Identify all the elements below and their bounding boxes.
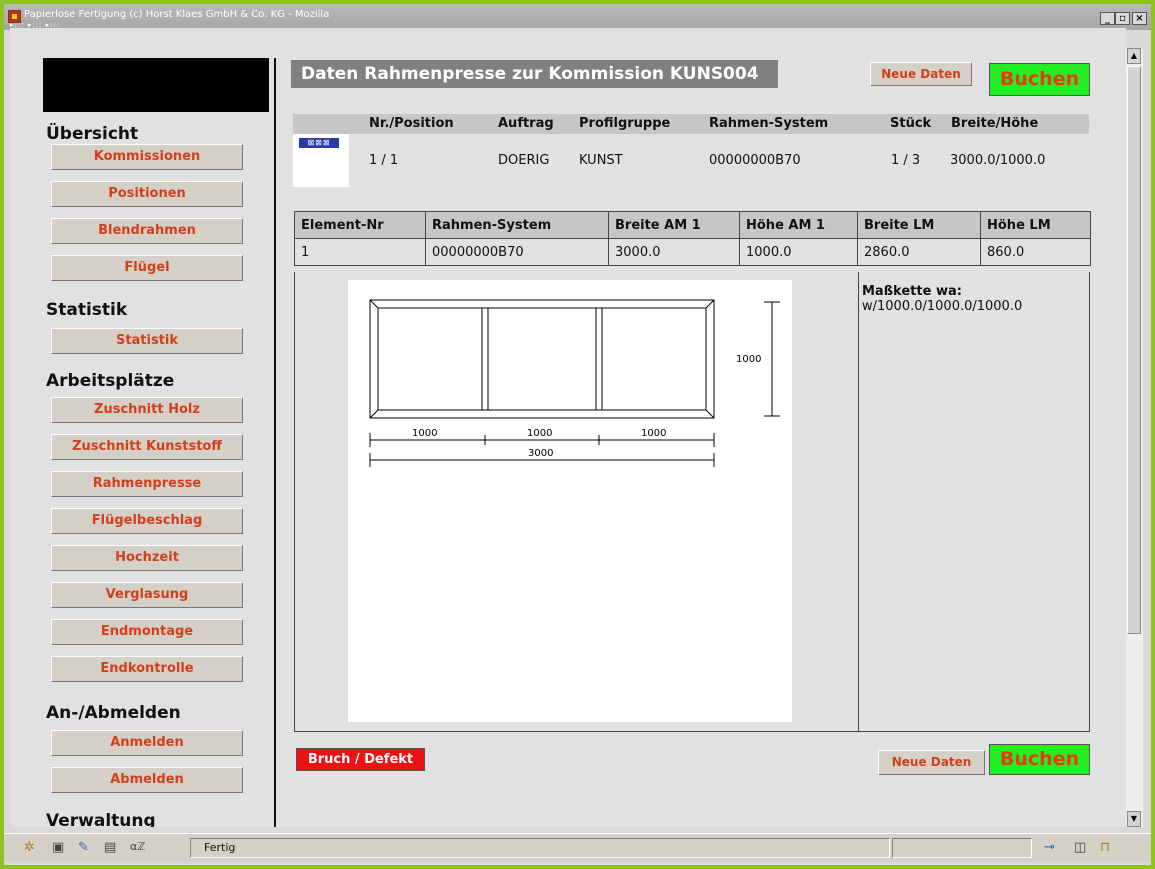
th-hoehe-am1: Höhe AM 1 bbox=[739, 211, 858, 239]
security-icon[interactable]: ◫ bbox=[1074, 840, 1086, 855]
col-stueck: Stück bbox=[890, 116, 932, 131]
window-thumbnail-icon: ⊠⊠⊠ bbox=[299, 138, 339, 148]
online-icon[interactable]: ⊸ bbox=[1044, 840, 1055, 855]
cell-auftrag: DOERIG bbox=[498, 153, 550, 168]
sidebar-heading: Statistik bbox=[46, 300, 128, 320]
page-content: Übersicht Kommissionen Positionen Blendrahm… bbox=[10, 28, 1126, 827]
neue-daten-button-bottom[interactable]: Neue Daten bbox=[878, 750, 985, 775]
td-rahmen-system: 00000000B70 bbox=[425, 238, 609, 266]
bruch-defekt-button[interactable]: Bruch / Defekt bbox=[296, 748, 425, 771]
sidebar-item-zuschnitt-kunststoff[interactable]: Zuschnitt Kunststoff bbox=[51, 434, 243, 460]
width-segment-3: 1000 bbox=[641, 428, 666, 439]
sidebar-item-endkontrolle[interactable]: Endkontrolle bbox=[51, 656, 243, 682]
address-book-icon[interactable]: ▤ bbox=[104, 840, 116, 855]
page-title: Daten Rahmenpresse zur Kommission KUNS00… bbox=[291, 60, 778, 88]
masskette-label: Maßkette wa: bbox=[862, 284, 962, 299]
minimize-button[interactable]: _ bbox=[1100, 12, 1115, 25]
sidebar-item-verglasung[interactable]: Verglasung bbox=[51, 582, 243, 608]
window-title: Papierlose Fertigung (c) Horst Klaes Gmb… bbox=[24, 9, 330, 20]
masskette: Maßkette wa: w/1000.0/1000.0/1000.0 bbox=[862, 284, 1022, 314]
table-row: 1 00000000B70 3000.0 1000.0 2860.0 860.0 bbox=[294, 238, 1091, 266]
sidebar-item-zuschnitt-holz[interactable]: Zuschnitt Holz bbox=[51, 397, 243, 423]
sidebar-heading: Arbeitsplätze bbox=[46, 371, 175, 391]
neue-daten-button-top[interactable]: Neue Daten bbox=[870, 62, 972, 86]
th-hoehe-lm: Höhe LM bbox=[980, 211, 1091, 239]
lock-icon[interactable]: ⊓ bbox=[1100, 840, 1110, 855]
outer-frame bbox=[369, 299, 715, 419]
sidebar-item-kommissionen[interactable]: Kommissionen bbox=[51, 144, 243, 170]
logo bbox=[43, 58, 269, 112]
scrollbar-thumb[interactable] bbox=[1127, 66, 1141, 634]
sidebar-item-positionen[interactable]: Positionen bbox=[51, 181, 243, 207]
vertical-scrollbar[interactable]: ▲ ▼ bbox=[1126, 48, 1143, 827]
buchen-button-top[interactable]: Buchen bbox=[989, 63, 1090, 96]
sidebar-item-abmelden[interactable]: Abmelden bbox=[51, 767, 243, 793]
height-label: 1000 bbox=[736, 354, 761, 365]
col-breite-hoehe: Breite/Höhe bbox=[951, 116, 1039, 131]
sidebar-heading: Verwaltung bbox=[46, 811, 156, 827]
sidebar-item-hochzeit[interactable]: Hochzeit bbox=[51, 545, 243, 571]
cell-profilgruppe: KUNST bbox=[579, 153, 623, 168]
scroll-up-icon[interactable]: ▲ bbox=[1127, 48, 1141, 64]
close-button[interactable]: × bbox=[1132, 12, 1147, 25]
position-header: Nr./Position Auftrag Profilgruppe Rahmen… bbox=[293, 114, 1089, 134]
width-segment-1: 1000 bbox=[412, 428, 437, 439]
cell-nr-position: 1 / 1 bbox=[369, 153, 399, 168]
width-segment-2: 1000 bbox=[527, 428, 552, 439]
td-hoehe-lm: 860.0 bbox=[980, 238, 1091, 266]
scroll-down-icon[interactable]: ▼ bbox=[1127, 811, 1141, 827]
th-element-nr: Element-Nr bbox=[294, 211, 426, 239]
status-bar: ✲ ▣ ✎ ▤ αℤ Fertig ⊸ ◫ ⊓ bbox=[4, 833, 1151, 862]
inner-frame bbox=[377, 307, 707, 411]
navigator-icon[interactable]: ✲ bbox=[24, 840, 35, 855]
th-breite-am1: Breite AM 1 bbox=[608, 211, 740, 239]
td-breite-am1: 3000.0 bbox=[608, 238, 740, 266]
td-hoehe-am1: 1000.0 bbox=[739, 238, 858, 266]
th-breite-lm: Breite LM bbox=[857, 211, 981, 239]
col-auftrag: Auftrag bbox=[498, 116, 554, 131]
status-text: Fertig bbox=[204, 841, 236, 854]
progress-cell bbox=[892, 838, 1032, 858]
sidebar-item-blendrahmen[interactable]: Blendrahmen bbox=[51, 218, 243, 244]
masskette-value: w/1000.0/1000.0/1000.0 bbox=[862, 299, 1023, 314]
col-profilgruppe: Profilgruppe bbox=[579, 116, 671, 131]
restore-button[interactable]: ▫ bbox=[1115, 12, 1130, 25]
total-width-label: 3000 bbox=[528, 448, 553, 459]
title-bar: Papierlose Fertigung (c) Horst Klaes Gmb… bbox=[4, 4, 1151, 30]
th-rahmen-system: Rahmen-System bbox=[425, 211, 609, 239]
td-breite-lm: 2860.0 bbox=[857, 238, 981, 266]
sidebar-heading: An-/Abmelden bbox=[46, 703, 181, 723]
composer-icon[interactable]: ✎ bbox=[78, 840, 89, 855]
buchen-button-bottom[interactable]: Buchen bbox=[989, 744, 1090, 775]
sidebar-item-statistik[interactable]: Statistik bbox=[51, 328, 243, 354]
sidebar-item-anmelden[interactable]: Anmelden bbox=[51, 730, 243, 756]
sidebar-item-endmontage[interactable]: Endmontage bbox=[51, 619, 243, 645]
irc-icon[interactable]: αℤ bbox=[130, 840, 145, 853]
position-thumbnail[interactable]: ⊠⊠⊠ bbox=[293, 134, 349, 187]
cell-breite-hoehe: 3000.0/1000.0 bbox=[950, 153, 1046, 168]
td-element-nr: 1 bbox=[294, 238, 426, 266]
sidebar-item-flügel[interactable]: Flügel bbox=[51, 255, 243, 281]
col-rahmen-system: Rahmen-System bbox=[709, 116, 829, 131]
element-table: Element-Nr Rahmen-System Breite AM 1 Höh… bbox=[294, 211, 1091, 266]
frame-drawing-svg: 1000 1000 1000 3000 1000 bbox=[369, 299, 780, 467]
col-nr-position: Nr./Position bbox=[369, 116, 454, 131]
cell-stueck: 1 / 3 bbox=[891, 153, 921, 168]
sidebar-divider bbox=[274, 58, 276, 827]
sidebar-item-flügelbeschlag[interactable]: Flügelbeschlag bbox=[51, 508, 243, 534]
drawing-divider bbox=[858, 272, 859, 731]
sidebar-item-rahmenpresse[interactable]: Rahmenpresse bbox=[51, 471, 243, 497]
sidebar-heading: Übersicht bbox=[46, 124, 139, 144]
mail-icon[interactable]: ▣ bbox=[52, 840, 64, 855]
status-text-cell bbox=[190, 838, 890, 858]
frame-drawing: 1000 1000 1000 3000 1000 bbox=[348, 280, 792, 722]
cell-rahmen-system: 00000000B70 bbox=[709, 153, 801, 168]
